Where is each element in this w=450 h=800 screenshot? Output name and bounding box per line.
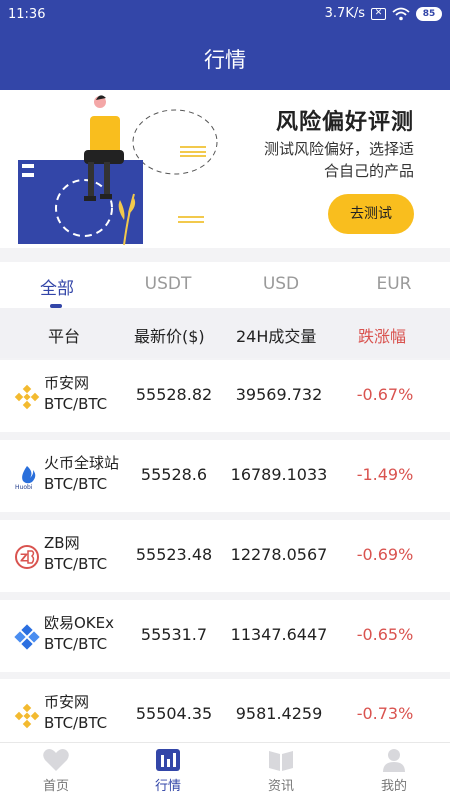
latest-price: 55523.48 (135, 545, 213, 564)
chart-icon (156, 749, 180, 771)
latest-price: 55528.6 (140, 465, 208, 484)
trading-pair: BTC/BTC (44, 395, 108, 413)
tab-usd[interactable]: USD (236, 274, 326, 294)
trading-pair: BTC/BTC (44, 635, 108, 653)
col-change: 跌涨幅 (358, 327, 407, 346)
trading-pair: BTC/BTC (44, 714, 108, 732)
status-bar: 11:36 3.7K/s ✕ 85 (0, 0, 450, 30)
user-icon (383, 749, 405, 772)
start-test-button[interactable]: 去测试 (328, 194, 414, 234)
col-platform: 平台 (48, 327, 81, 346)
battery-icon: 85 (416, 6, 442, 21)
price-change: -0.65% (356, 625, 414, 644)
price-change: -0.73% (356, 704, 414, 723)
latest-price: 55531.7 (140, 625, 208, 644)
trading-pair: BTC/BTC (44, 475, 108, 493)
platform-name: 火币全球站 (44, 454, 120, 472)
huobi-icon: Huobi (15, 466, 36, 490)
table-row[interactable]: Huobi 火币全球站 BTC/BTC 55528.6 16789.1033 -… (0, 440, 450, 512)
nav-profile[interactable]: 我的 (354, 747, 434, 794)
okex-icon (14, 624, 40, 650)
volume-24h: 16789.1033 (230, 465, 328, 484)
heart-icon (43, 749, 69, 771)
svg-text:Z: Z (20, 552, 28, 565)
platform-name: 币安网 (44, 693, 90, 711)
sim-icon: ✕ (371, 7, 386, 20)
volume-24h: 39569.732 (235, 385, 323, 404)
table-row[interactable]: 币安网 BTC/BTC 55528.82 39569.732 -0.67% (0, 360, 450, 432)
book-icon (269, 751, 293, 771)
col-price: 最新价($) (134, 327, 205, 346)
price-change: -1.49% (356, 465, 414, 484)
nav-market-label: 行情 (154, 779, 181, 794)
table-header: 平台 最新价($) 24H成交量 跌涨幅 (0, 308, 450, 358)
table-row[interactable]: Z ZB网 BTC/BTC 55523.48 12278.0567 -0.69% (0, 520, 450, 592)
zb-icon: Z (15, 545, 39, 569)
platform-name: ZB网 (44, 534, 80, 552)
risk-assessment-banner[interactable]: 风险偏好评测 测试风险偏好，选择适合自己的产品 去测试 (0, 90, 450, 248)
table-row[interactable]: 欧易OKEx BTC/BTC 55531.7 11347.6447 -0.65% (0, 600, 450, 672)
latest-price: 55504.35 (135, 704, 213, 723)
volume-24h: 9581.4259 (235, 704, 323, 723)
status-time: 11:36 (8, 7, 46, 22)
nav-news-label: 资讯 (267, 779, 294, 794)
volume-24h: 12278.0567 (230, 545, 328, 564)
volume-24h: 11347.6447 (230, 625, 328, 644)
trading-pair: BTC/BTC (44, 555, 108, 573)
price-change: -0.69% (356, 545, 414, 564)
nav-news[interactable]: 资讯 (241, 747, 321, 794)
svg-text:Huobi: Huobi (15, 484, 33, 490)
wifi-icon (392, 7, 410, 20)
banner-illustration (18, 95, 218, 246)
binance-icon (14, 703, 40, 729)
platform-name: 欧易OKEx (44, 614, 114, 632)
tab-usdt[interactable]: USDT (123, 274, 213, 294)
tab-eur[interactable]: EUR (349, 274, 439, 294)
banner-title: 风险偏好评测 (275, 110, 414, 135)
table-row[interactable]: 币安网 BTC/BTC 55504.35 9581.4259 -0.73% (0, 679, 450, 742)
tab-all[interactable]: 全部 (12, 274, 102, 299)
binance-icon (14, 384, 40, 410)
network-speed: 3.7K/s (324, 6, 365, 21)
bottom-navigation: 首页 行情 资讯 我的 (0, 742, 450, 800)
nav-market[interactable]: 行情 (128, 747, 208, 794)
banner-subtitle: 测试风险偏好，选择适合自己的产品 (264, 140, 415, 180)
market-tabs: 全部 USDT USD EUR (0, 262, 450, 308)
latest-price: 55528.82 (135, 385, 213, 404)
price-change: -0.67% (356, 385, 414, 404)
col-volume: 24H成交量 (236, 327, 317, 346)
page-title: 行情 (0, 30, 450, 90)
nav-home-label: 首页 (42, 779, 69, 794)
nav-profile-label: 我的 (380, 779, 407, 794)
platform-name: 币安网 (44, 374, 90, 392)
nav-home[interactable]: 首页 (16, 747, 96, 794)
